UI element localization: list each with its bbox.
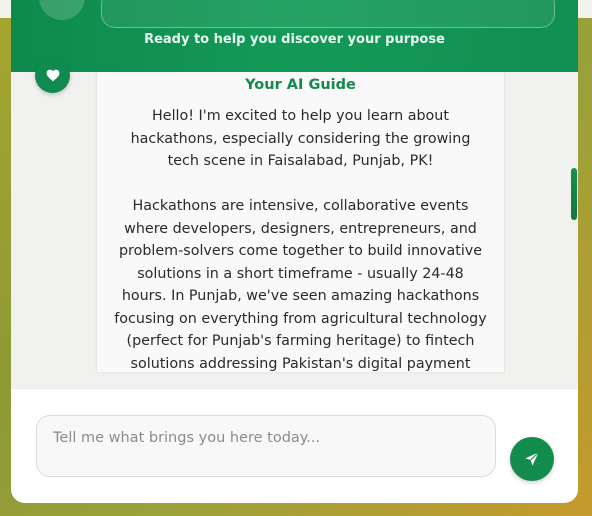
header-subtitle: Ready to help you discover your purpose: [144, 32, 445, 47]
header-title-bar: [101, 0, 555, 28]
header-avatar: [39, 0, 85, 20]
chat-panel: Ready to help you discover your purpose …: [11, 0, 578, 503]
scrollbar-thumb[interactable]: [571, 168, 577, 220]
message-paragraph: Hello! I'm excited to help you learn abo…: [130, 108, 471, 169]
message-input[interactable]: Tell me what brings you here today...: [36, 415, 496, 477]
heart-icon: [46, 69, 59, 82]
composer: Tell me what brings you here today...: [11, 388, 578, 503]
ai-message-bubble: Your AI Guide Hello! I'm excited to help…: [96, 72, 505, 372]
message-paragraph: Hackathons are intensive, collaborative …: [114, 198, 487, 372]
send-button[interactable]: [510, 437, 554, 481]
chat-header: Ready to help you discover your purpose: [11, 0, 578, 72]
chat-messages[interactable]: Your AI Guide Hello! I'm excited to help…: [11, 58, 578, 388]
ai-avatar: [35, 58, 70, 93]
message-body: Hello! I'm excited to help you learn abo…: [113, 105, 488, 375]
message-author: Your AI Guide: [245, 77, 356, 93]
send-icon: [525, 451, 540, 466]
